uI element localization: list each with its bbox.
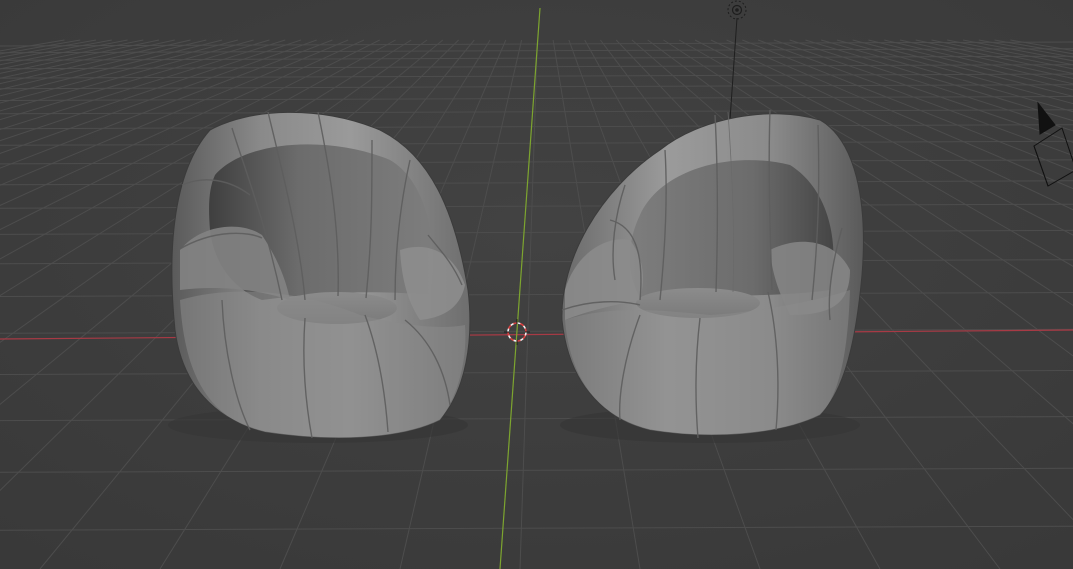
3d-viewport[interactable]: v ve [0,0,1073,569]
scene-canvas[interactable] [0,0,1073,569]
